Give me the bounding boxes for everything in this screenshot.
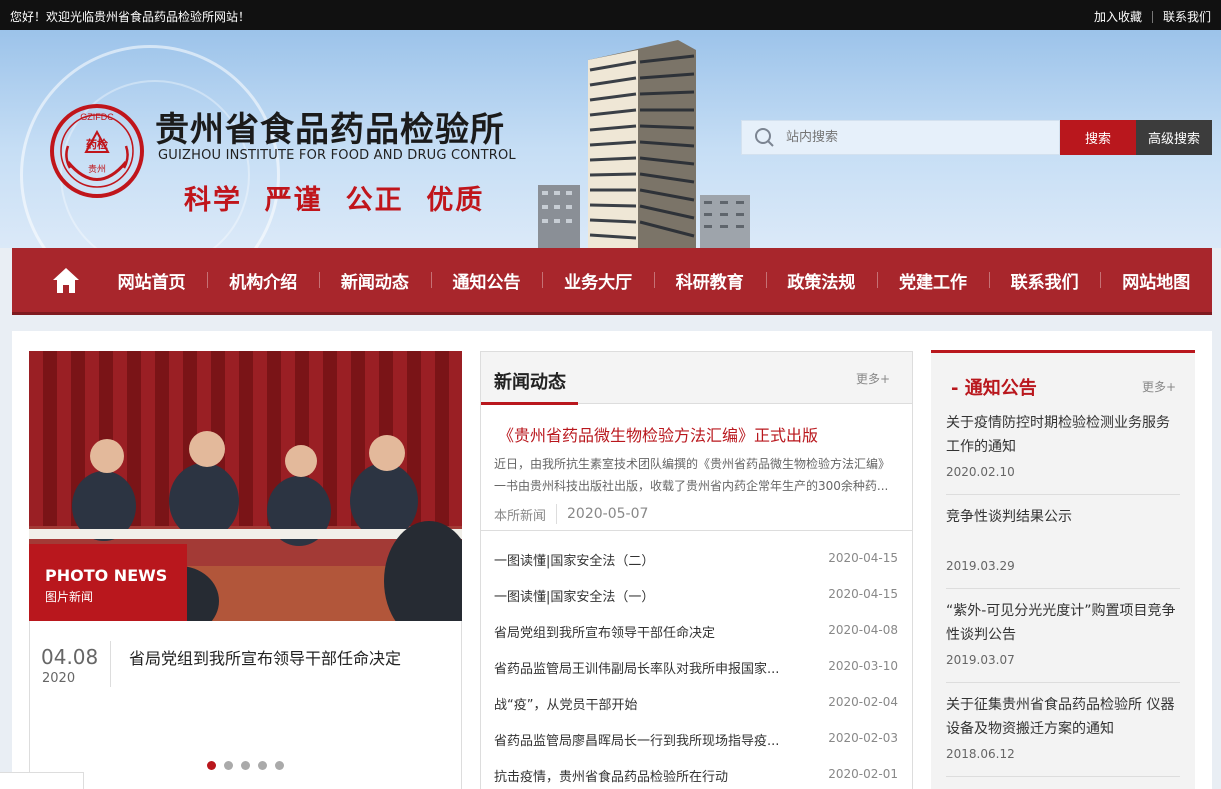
- divider: [110, 641, 111, 687]
- home-icon[interactable]: [36, 247, 96, 314]
- carousel-dot[interactable]: [258, 761, 267, 770]
- building-image: [538, 185, 580, 248]
- svg-text:贵州: 贵州: [88, 163, 106, 175]
- top-bar: 您好！欢迎光临贵州省食品药品检验所网站！ 加入收藏 联系我们: [0, 0, 1221, 30]
- notice-item-date: 2019.03.07: [946, 653, 1015, 667]
- nav-item-contact[interactable]: 联系我们: [988, 268, 1101, 293]
- nav-item-policy[interactable]: 政策法规: [765, 268, 878, 293]
- notice-item-date: 2018.06.12: [946, 747, 1015, 761]
- photo-news-tag: PHOTO NEWS 图片新闻: [29, 544, 187, 621]
- news-list: 一图读懂|国家安全法（二） 2020-04-15 一图读懂|国家安全法（一） 202…: [481, 541, 912, 789]
- carousel-dots: [207, 761, 292, 770]
- notice-item[interactable]: 关于征集贵州省食品药品检验所 仪器设备及物资搬迁方案的通知 2018.06.12: [946, 693, 1180, 777]
- notice-panel: - 通知公告 更多+ 关于疫情防控时期检验检测业务服务工作的通知 2020.02…: [931, 350, 1195, 789]
- top-links: 加入收藏 联系我们: [1094, 8, 1211, 25]
- featured-news: 《贵州省药品微生物检验方法汇编》正式出版 近日，由我所抗生素室技术团队编撰的《贵…: [481, 405, 912, 531]
- photo-news-year: 2020: [42, 671, 76, 686]
- search-icon: [742, 120, 786, 155]
- search-input[interactable]: [786, 121, 1056, 154]
- news-item-title[interactable]: 一图读懂|国家安全法（二）: [494, 550, 814, 569]
- featured-news-meta: 本所新闻 2020-05-07: [494, 504, 648, 524]
- nav-item-research[interactable]: 科研教育: [653, 268, 766, 293]
- site-slogan: 科学 严谨 公正 优质: [184, 185, 485, 216]
- nav-item-sitemap[interactable]: 网站地图: [1100, 268, 1212, 293]
- photo-news-tag-en: PHOTO NEWS: [45, 566, 168, 585]
- carousel-dot[interactable]: [207, 761, 216, 770]
- news-item-date: 2020-03-10: [828, 659, 898, 673]
- list-item[interactable]: 省药品监管局廖昌晖局长一行到我所现场指导疫... 2020-02-03: [481, 721, 912, 757]
- add-favorite-link[interactable]: 加入收藏: [1094, 8, 1142, 25]
- notice-panel-title: - 通知公告: [951, 378, 1037, 399]
- divider: [556, 504, 558, 524]
- welcome-text: 您好！欢迎光临贵州省食品药品检验所网站！: [10, 10, 251, 24]
- list-item[interactable]: 战“疫”，从党员干部开始 2020-02-04: [481, 685, 912, 721]
- search-button[interactable]: 搜索: [1060, 120, 1136, 155]
- notice-item-title[interactable]: 竞争性谈判结果公示: [946, 505, 1180, 529]
- carousel-dot[interactable]: [241, 761, 250, 770]
- advanced-search-button[interactable]: 高级搜索: [1136, 120, 1212, 155]
- news-item-date: 2020-04-15: [828, 551, 898, 565]
- notice-item[interactable]: 关于疫情防控时期检验检测业务服务工作的通知 2020.02.10: [946, 411, 1180, 495]
- news-item-title[interactable]: 省药品监管局廖昌晖局长一行到我所现场指导疫...: [494, 730, 814, 749]
- header-banner: GZIFDC 药检 贵州 贵州省食品药品检验所 GUIZHOU INSTITUT…: [0, 30, 1221, 248]
- svg-text:药检: 药检: [86, 137, 108, 151]
- notice-item[interactable]: 竞争性谈判结果公示 2019.03.29: [946, 505, 1180, 589]
- carousel-dot[interactable]: [275, 761, 284, 770]
- nav-item-notices[interactable]: 通知公告: [430, 268, 543, 293]
- notice-item[interactable]: “紫外-可见分光光度计”购置项目竞争性谈判公告 2019.03.07: [946, 599, 1180, 683]
- news-item-date: 2020-02-01: [828, 767, 898, 781]
- nav-item-business[interactable]: 业务大厅: [542, 268, 654, 293]
- search-bar: 搜索 高级搜索: [741, 120, 1212, 155]
- contact-link[interactable]: 联系我们: [1163, 8, 1211, 25]
- notice-more-link[interactable]: 更多+: [1142, 378, 1176, 395]
- notice-item-title[interactable]: 关于征集贵州省食品药品检验所 仪器设备及物资搬迁方案的通知: [946, 693, 1180, 741]
- list-item[interactable]: 一图读懂|国家安全法（一） 2020-04-15: [481, 577, 912, 613]
- news-panel-title: 新闻动态: [494, 372, 566, 393]
- nav-item-party[interactable]: 党建工作: [877, 268, 989, 293]
- nav-item-home[interactable]: 网站首页: [96, 268, 208, 293]
- news-item-date: 2020-04-08: [828, 623, 898, 637]
- list-item[interactable]: 一图读懂|国家安全法（二） 2020-04-15: [481, 541, 912, 577]
- news-item-date: 2020-02-03: [828, 731, 898, 745]
- photo-news-tag-cn: 图片新闻: [45, 590, 94, 604]
- news-item-title[interactable]: 省局党组到我所宣布领导干部任命决定: [494, 622, 814, 641]
- featured-news-title[interactable]: 《贵州省药品微生物检验方法汇编》正式出版: [498, 422, 818, 446]
- list-item[interactable]: 省局党组到我所宣布领导干部任命决定 2020-04-08: [481, 613, 912, 649]
- site-title: 贵州省食品药品检验所: [155, 110, 505, 150]
- nav-item-news[interactable]: 新闻动态: [319, 268, 431, 293]
- corner-box: [0, 772, 84, 789]
- list-item[interactable]: 抗击疫情，贵州省食品药品检验所在行动 2020-02-01: [481, 757, 912, 789]
- news-more-link[interactable]: 更多+: [856, 370, 890, 387]
- building-image: [700, 195, 750, 248]
- search-field: [741, 120, 1060, 155]
- photo-news-date: 04.08: [41, 645, 99, 669]
- news-panel-header: 新闻动态 更多+: [481, 352, 912, 405]
- notice-item-title[interactable]: “紫外-可见分光光度计”购置项目竞争性谈判公告: [946, 599, 1180, 647]
- featured-news-summary: 近日，由我所抗生素室技术团队编撰的《贵州省药品微生物检验方法汇编》一书由贵州科技…: [494, 457, 891, 493]
- news-item-title[interactable]: 省药品监管局王训伟副局长率队对我所申报国家...: [494, 658, 814, 677]
- featured-news-source: 本所新闻: [494, 508, 547, 524]
- news-panel: 新闻动态 更多+ 《贵州省药品微生物检验方法汇编》正式出版 近日，由我所抗生素室…: [480, 351, 913, 789]
- list-item[interactable]: 省药品监管局王训伟副局长率队对我所申报国家... 2020-03-10: [481, 649, 912, 685]
- notice-item-title[interactable]: 关于疫情防控时期检验检测业务服务工作的通知: [946, 411, 1180, 459]
- nav-item-about[interactable]: 机构介绍: [207, 268, 319, 293]
- main-nav: 网站首页 机构介绍 新闻动态 通知公告 业务大厅 科研教育 政策法规 党建工作 …: [12, 248, 1212, 315]
- featured-news-date: 2020-05-07: [567, 506, 649, 522]
- site-subtitle: GUIZHOU INSTITUTE FOR FOOD AND DRUG CONT…: [158, 148, 516, 163]
- news-item-title[interactable]: 抗击疫情，贵州省食品药品检验所在行动: [494, 766, 814, 785]
- institute-logo: GZIFDC 药检 贵州: [50, 104, 144, 198]
- photo-news-title[interactable]: 省局党组到我所宣布领导干部任命决定: [129, 645, 401, 669]
- notice-item-date: 2020.02.10: [946, 465, 1015, 479]
- carousel-dot[interactable]: [224, 761, 233, 770]
- news-item-date: 2020-04-15: [828, 587, 898, 601]
- notice-item-date: 2019.03.29: [946, 559, 1015, 573]
- news-item-title[interactable]: 一图读懂|国家安全法（一）: [494, 586, 814, 605]
- svg-text:GZIFDC: GZIFDC: [80, 112, 114, 122]
- divider: [1151, 10, 1153, 23]
- news-item-date: 2020-02-04: [828, 695, 898, 709]
- building-image: [588, 40, 696, 248]
- news-item-title[interactable]: 战“疫”，从党员干部开始: [494, 694, 814, 713]
